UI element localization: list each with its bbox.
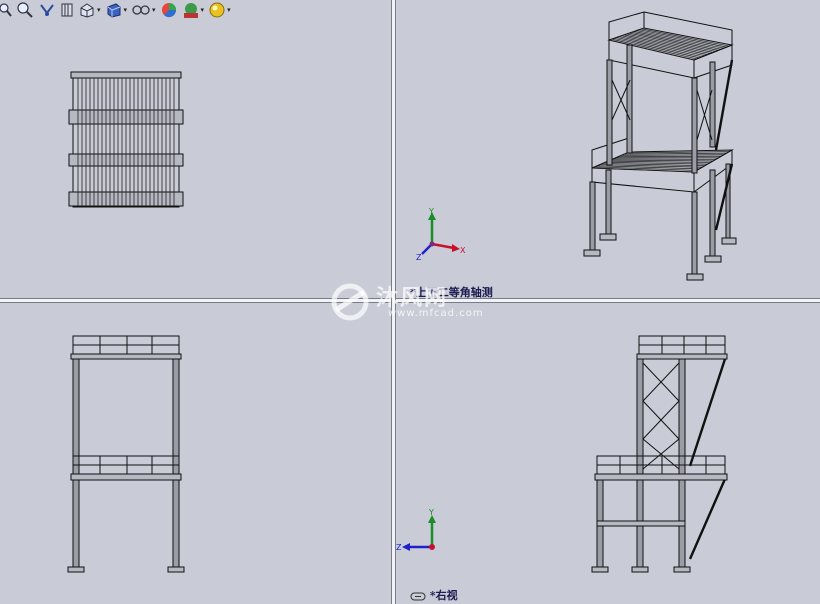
triad-right-z-label: Z [396, 543, 402, 552]
viewport-top[interactable] [0, 20, 391, 298]
hide-show-items-icon[interactable]: ▾ [131, 1, 156, 19]
edit-appearance-icon[interactable] [160, 1, 178, 19]
display-style-icon[interactable]: ▾ [105, 1, 127, 19]
triad-z-label: Z [416, 253, 422, 261]
view-link-icon [410, 592, 426, 600]
vertical-splitter[interactable] [391, 0, 396, 604]
top-view-model [68, 71, 184, 208]
triad-y-label: Y [428, 207, 434, 216]
zoom-to-fit-icon[interactable] [0, 1, 12, 19]
right-view-model [591, 335, 728, 573]
triad-right-y-label: Y [428, 508, 434, 517]
view-settings-icon[interactable]: ▾ [208, 1, 231, 19]
previous-view-icon[interactable] [38, 1, 56, 19]
apply-scene-icon[interactable]: ▾ [182, 1, 204, 19]
viewport-front[interactable] [0, 301, 391, 604]
axis-triad-iso: Y X Z [416, 207, 466, 261]
right-view-label: *右视 [410, 587, 458, 603]
right-view-label-text: *右视 [429, 589, 458, 602]
viewport-isometric[interactable]: Y X Z [394, 0, 820, 298]
front-view-model [67, 335, 185, 573]
axis-triad-right: Y Z [396, 508, 436, 552]
horizontal-splitter[interactable] [0, 298, 820, 303]
zoom-to-area-icon[interactable] [16, 1, 34, 19]
section-view-icon[interactable] [60, 1, 74, 19]
view-toolbar: ▾ ▾ ▾ ▾ ▾ [0, 0, 270, 20]
viewport-right[interactable]: Y Z [394, 301, 820, 604]
view-orientation-icon[interactable]: ▾ [78, 1, 101, 19]
triad-x-label: X [460, 246, 466, 255]
